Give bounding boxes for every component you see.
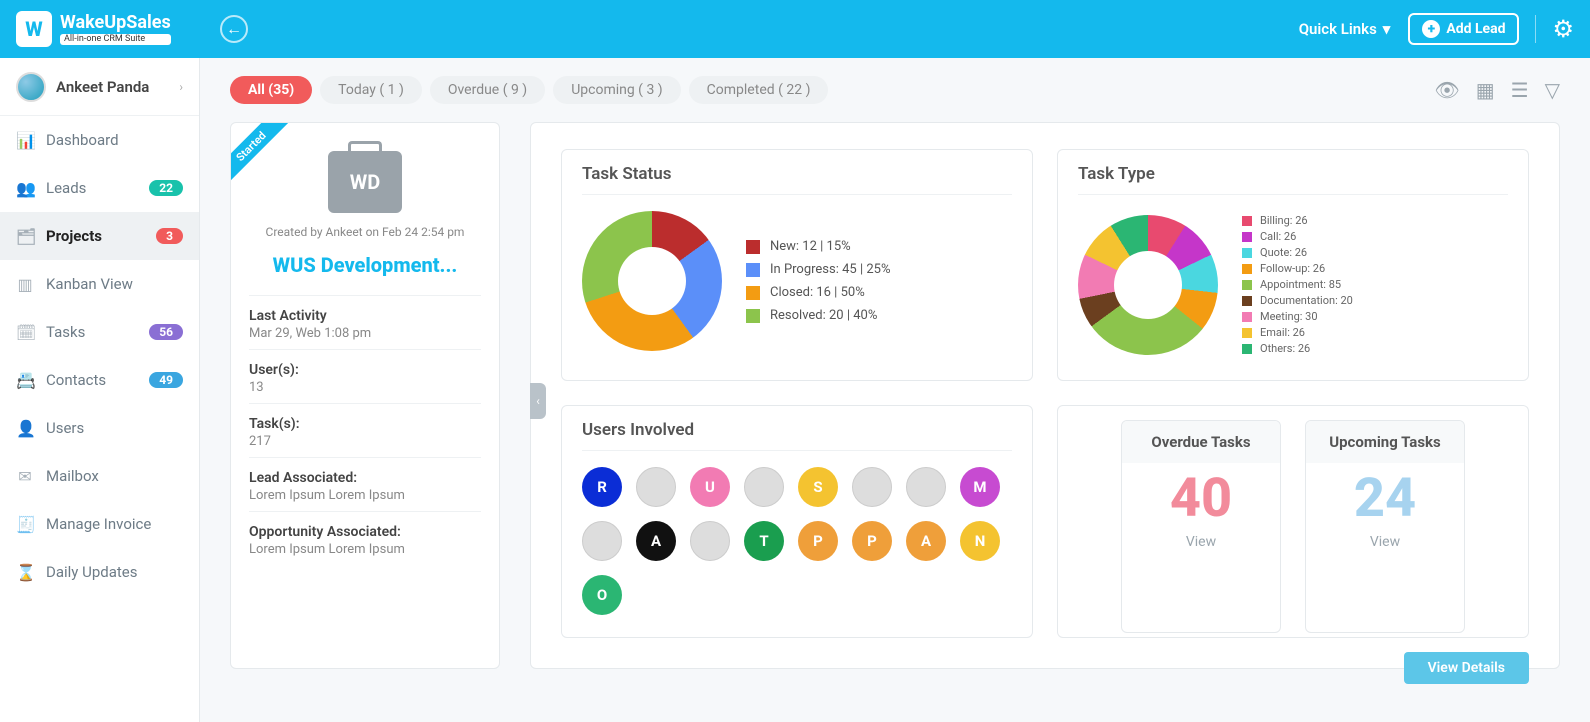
overdue-tasks-card: Overdue Tasks 40 View [1121,420,1281,633]
sidebar-item-contacts[interactable]: 📇Contacts49 [0,356,199,404]
grid-view-icon[interactable]: ▦ [1476,78,1495,102]
task-type-chart [1078,215,1218,355]
logo-icon: W [16,11,52,47]
user-chip[interactable] [852,467,892,507]
user-chip[interactable] [636,467,676,507]
briefcase-icon: WD [328,151,402,213]
sidebar-item-users[interactable]: 👤Users [0,404,199,452]
gear-icon: ⚙ [1552,15,1574,43]
collapse-handle[interactable]: ‹ [530,383,546,419]
sidebar-item-kanban-view[interactable]: ▥Kanban View [0,260,199,308]
sidebar-item-projects[interactable]: 🗂Projects3 [0,212,199,260]
nav-icon: 👤 [16,419,34,438]
filter-pills: All (35) Today ( 1 ) Overdue ( 9 ) Upcoming… [230,76,1560,104]
sidebar: Ankeet Panda › 📊Dashboard👥Leads22🗂Projec… [0,58,200,722]
sidebar-item-leads[interactable]: 👥Leads22 [0,164,199,212]
user-chip[interactable]: A [636,521,676,561]
project-name: WUS Development... [249,253,481,277]
sidebar-item-daily-updates[interactable]: ⌛Daily Updates [0,548,199,596]
user-chip[interactable]: T [744,521,784,561]
brand-tagline: All-in-one CRM Suite [60,34,171,45]
sidebar-item-dashboard[interactable]: 📊Dashboard [0,116,199,164]
view-overdue-link[interactable]: View [1122,530,1280,564]
list-view-icon[interactable]: ☰ [1511,78,1529,102]
user-chip[interactable] [690,521,730,561]
settings-button[interactable]: ⚙ [1552,15,1574,43]
chevron-down-icon: ▾ [1383,20,1391,38]
nav-icon: 📊 [16,131,34,150]
task-status-panel: Task Status New: 12 | 15%In Progress: 45… [561,149,1033,381]
top-header: W WakeUpSales All-in-one CRM Suite ← Qui… [0,0,1590,58]
user-chip[interactable]: R [582,467,622,507]
user-chip[interactable]: U [690,467,730,507]
nav-icon: 👥 [16,179,34,198]
user-chip[interactable]: P [798,521,838,561]
filter-icon[interactable]: ▽ [1545,78,1560,102]
task-stats: Overdue Tasks 40 View Upcoming Tasks 24 … [1057,405,1529,638]
user-chip[interactable] [744,467,784,507]
filter-pill[interactable]: All (35) [230,76,312,104]
arrow-left-icon: ← [226,19,242,39]
user-chip[interactable] [906,467,946,507]
user-chip[interactable] [582,521,622,561]
nav-icon: ✉ [16,467,34,486]
sidebar-item-manage-invoice[interactable]: 🧾Manage Invoice [0,500,199,548]
filter-pill[interactable]: Today ( 1 ) [320,76,422,104]
sidebar-item-mailbox[interactable]: ✉Mailbox [0,452,199,500]
view-upcoming-link[interactable]: View [1306,530,1464,564]
count-badge: 56 [149,324,183,340]
created-by: Created by Ankeet on Feb 24 2:54 pm [249,225,481,239]
main-content: All (35) Today ( 1 ) Overdue ( 9 ) Upcoming… [200,58,1590,722]
view-details-button[interactable]: View Details [1404,652,1529,684]
chevron-right-icon: › [179,80,183,94]
brand-name: WakeUpSales [60,14,171,32]
task-type-panel: Task Type Billing: 26Call: 26Quote: 26Fo… [1057,149,1529,381]
project-card[interactable]: Started WD Created by Ankeet on Feb 24 2… [230,122,500,669]
count-badge: 3 [156,228,183,244]
filter-pill[interactable]: Completed ( 22 ) [689,76,829,104]
user-chip[interactable]: O [582,575,622,615]
task-status-chart [582,211,722,351]
users-involved-panel: Users Involved RUSMATPPANO [561,405,1033,638]
user-chip[interactable]: P [852,521,892,561]
user-chip[interactable]: M [960,467,1000,507]
nav-icon: ⌛ [16,563,34,582]
filter-pill[interactable]: Upcoming ( 3 ) [553,76,680,104]
filter-pill[interactable]: Overdue ( 9 ) [430,76,545,104]
status-ribbon: Started [230,122,291,186]
avatar [16,72,46,102]
nav-icon: ▥ [16,275,34,294]
quick-links-dropdown[interactable]: Quick Links ▾ [1299,20,1391,38]
sidebar-item-tasks[interactable]: 🗓Tasks56 [0,308,199,356]
panels-container: ‹ Task Status New: 12 | 15%In Progress: … [530,122,1560,669]
nav-icon: 🧾 [16,515,34,534]
user-chip[interactable]: N [960,521,1000,561]
task-type-legend: Billing: 26Call: 26Quote: 26Follow-up: 2… [1242,211,1353,358]
count-badge: 22 [149,180,183,196]
nav-icon: 🗂 [16,227,34,246]
visibility-icon[interactable]: 👁 [1434,78,1459,102]
nav-icon: 📇 [16,371,34,390]
upcoming-tasks-card: Upcoming Tasks 24 View [1305,420,1465,633]
task-status-legend: New: 12 | 15%In Progress: 45 | 25%Closed… [746,231,890,331]
user-chip[interactable]: S [798,467,838,507]
back-button[interactable]: ← [220,15,248,43]
count-badge: 49 [149,372,183,388]
user-chip[interactable]: A [906,521,946,561]
add-lead-button[interactable]: + Add Lead [1408,13,1519,45]
current-user[interactable]: Ankeet Panda › [0,58,199,116]
logo[interactable]: W WakeUpSales All-in-one CRM Suite [16,11,200,47]
plus-icon: + [1422,20,1440,38]
nav-icon: 🗓 [16,323,34,342]
